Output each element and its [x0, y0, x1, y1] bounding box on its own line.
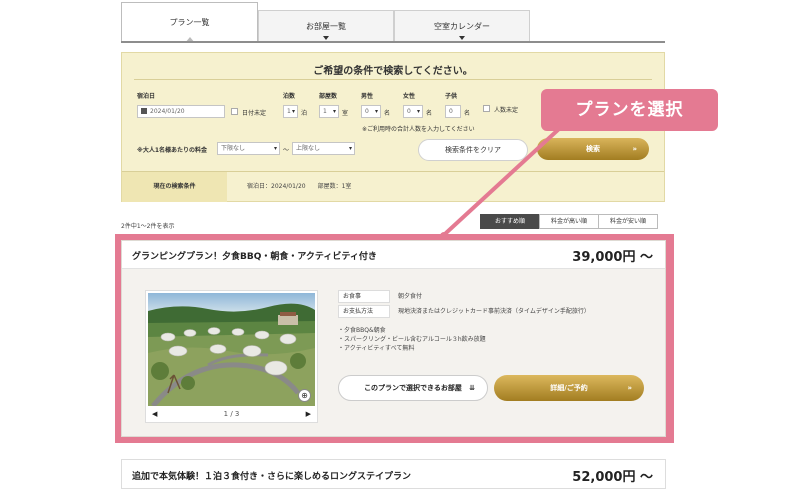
glamping-site-photo[interactable]: ⊕	[148, 293, 315, 406]
nights-unit: 泊	[301, 110, 308, 117]
plan-card: グランピングプラン！夕食BBQ・朝食・アクティビティ付き 39,000円 〜 ⊕…	[121, 240, 666, 437]
date-undecided-label: 日付未定	[242, 110, 267, 117]
plan-feature: アクティビティすべて無料	[338, 344, 486, 353]
photo-pager: ◀ 1 / 3 ▶	[146, 407, 317, 421]
female-value: 0	[407, 108, 411, 115]
rooms-label: 部屋数	[319, 93, 338, 100]
current-conditions-row: 現在の検索条件 宿泊日：2024/01/20 部屋数：1室	[122, 171, 664, 202]
nights-value: 1	[287, 108, 291, 115]
price-min-value: 下限なし	[221, 145, 246, 152]
female-label: 女性	[403, 93, 416, 100]
plan-features: 夕食BBQ&朝食 スパークリング・ビール含むアルコール３h飲み放題 アクティビテ…	[338, 326, 486, 353]
select-plan-callout: プランを選択	[541, 89, 718, 131]
female-unit: 名	[426, 110, 433, 117]
double-arrow-right-icon: »	[627, 384, 632, 392]
plan-header[interactable]: グランピングプラン！夕食BBQ・朝食・アクティビティ付き 39,000円 〜	[122, 241, 665, 269]
male-label: 男性	[361, 93, 374, 100]
view-tabs: プラン一覧 お部屋一覧 空室カレンダー	[121, 2, 665, 43]
people-note: ※ご利用時の合計人数を入力してください	[362, 126, 475, 133]
rooms-select[interactable]: 1	[319, 105, 339, 118]
clear-conditions-button[interactable]: 検索条件をクリア	[418, 139, 528, 161]
payment-value: 現地決済またはクレジットカード事前決済（タイムデザイン手配旅行）	[398, 308, 590, 315]
tab-room-list[interactable]: お部屋一覧	[258, 10, 394, 42]
plan-feature: 夕食BBQ&朝食	[338, 326, 486, 335]
sort-tabs: おすすめ順 料金が高い順 料金が安い順	[480, 214, 658, 229]
price-separator: 〜	[283, 147, 290, 154]
available-rooms-button[interactable]: このプランで選択できるお部屋 ⇊	[338, 375, 488, 401]
rooms-value: 1	[323, 108, 327, 115]
caret-down-icon	[323, 36, 329, 40]
child-value: 0	[449, 108, 453, 115]
meal-info-row: お食事 朝夕食付	[338, 290, 423, 303]
next-photo-icon[interactable]: ▶	[306, 407, 311, 421]
tab-room-list-label: お部屋一覧	[306, 22, 346, 31]
meal-value: 朝夕食付	[398, 293, 423, 300]
child-label: 子供	[445, 93, 458, 100]
zoom-icon[interactable]: ⊕	[298, 389, 311, 402]
plan-price: 39,000円 〜	[572, 250, 653, 265]
payment-info-row: お支払方法 現地決済またはクレジットカード事前決済（タイムデザイン手配旅行）	[338, 305, 590, 318]
available-rooms-label: このプランで選択できるお部屋	[364, 384, 462, 392]
tab-vacancy-calendar-label: 空室カレンダー	[434, 22, 490, 31]
date-field[interactable]: 2024/01/20	[137, 105, 225, 118]
sort-recommended[interactable]: おすすめ順	[480, 214, 540, 229]
plan-title: 追加で本気体験！１泊３食付き・さらに楽しめるロングステイプラン	[132, 472, 412, 482]
date-value: 2024/01/20	[150, 108, 185, 115]
payment-key: お支払方法	[338, 305, 390, 318]
result-count: 2件中1〜2件を表示	[121, 223, 175, 230]
plan-photo-gallery: ⊕ ◀ 1 / 3 ▶	[145, 290, 318, 423]
plan-feature: スパークリング・ビール含むアルコール３h飲み放題	[338, 335, 486, 344]
sort-price-low[interactable]: 料金が安い順	[598, 214, 658, 229]
date-undecided-checkbox[interactable]	[231, 108, 238, 115]
people-undecided-label: 人数未定	[494, 107, 519, 114]
double-arrow-right-icon: »	[632, 145, 637, 153]
male-unit: 名	[384, 110, 391, 117]
sort-price-high[interactable]: 料金が高い順	[539, 214, 599, 229]
detail-reserve-label: 詳細/ご予約	[550, 384, 588, 392]
price-label: ※大人1名様あたりの料金	[137, 147, 208, 154]
price-max-select[interactable]: 上限なし	[292, 142, 355, 155]
nights-label: 泊数	[283, 93, 296, 100]
caret-down-icon	[459, 36, 465, 40]
date-label: 宿泊日	[137, 93, 156, 100]
prev-photo-icon[interactable]: ◀	[152, 407, 157, 421]
tabs-divider	[121, 41, 665, 43]
photo-pager-text: 1 / 3	[223, 410, 240, 418]
search-title: ご希望の条件で検索してください。	[313, 66, 473, 77]
female-select[interactable]: 0	[403, 105, 423, 118]
price-min-select[interactable]: 下限なし	[217, 142, 280, 155]
plan-title: グランピングプラン！夕食BBQ・朝食・アクティビティ付き	[132, 252, 377, 262]
people-undecided-checkbox[interactable]	[483, 105, 490, 112]
calendar-icon	[141, 108, 147, 114]
male-value: 0	[365, 108, 369, 115]
child-unit: 名	[464, 110, 471, 117]
current-conditions-value: 宿泊日：2024/01/20 部屋数：1室	[247, 183, 352, 190]
current-conditions-label: 現在の検索条件	[122, 172, 227, 202]
male-select[interactable]: 0	[361, 105, 381, 118]
search-divider	[134, 79, 652, 80]
double-chevron-down-icon: ⇊	[469, 384, 475, 392]
tab-plan-list[interactable]: プラン一覧	[121, 2, 258, 43]
nights-select[interactable]: 1	[283, 105, 298, 118]
search-button[interactable]: 検索 »	[537, 138, 649, 160]
plan-price: 52,000円 〜	[572, 470, 653, 485]
meal-key: お食事	[338, 290, 390, 303]
plan-card[interactable]: 追加で本気体験！１泊３食付き・さらに楽しめるロングステイプラン 52,000円 …	[121, 459, 666, 489]
price-max-value: 上限なし	[296, 145, 321, 152]
detail-reserve-button[interactable]: 詳細/ご予約 »	[494, 375, 644, 401]
rooms-unit: 室	[342, 110, 349, 117]
tab-plan-list-label: プラン一覧	[169, 18, 210, 27]
search-button-label: 検索	[586, 145, 600, 153]
child-input[interactable]: 0	[445, 105, 461, 118]
tab-vacancy-calendar[interactable]: 空室カレンダー	[394, 10, 530, 42]
